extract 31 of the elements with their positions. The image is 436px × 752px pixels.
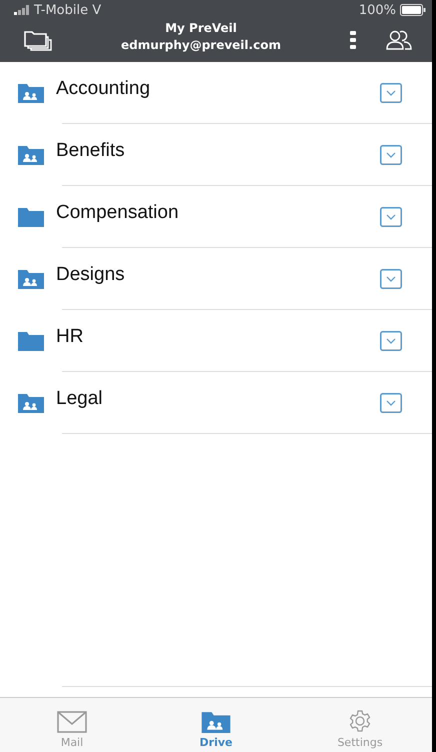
battery-percent: 100% bbox=[358, 2, 396, 18]
chevron-down-icon[interactable] bbox=[380, 144, 402, 164]
tab[interactable]: Drive bbox=[144, 698, 288, 752]
shared-folder-icon bbox=[201, 711, 231, 733]
folder-name[interactable]: Legal bbox=[56, 388, 368, 410]
chevron-down-icon[interactable] bbox=[380, 206, 402, 226]
folder-name[interactable]: Compensation bbox=[56, 202, 368, 224]
folder-name[interactable]: HR bbox=[56, 326, 368, 348]
folder-icon bbox=[18, 330, 44, 350]
carrier-name: T-Mobile V bbox=[34, 2, 102, 18]
settings-icon bbox=[348, 709, 372, 733]
folder-name[interactable]: Benefits bbox=[56, 140, 368, 162]
chevron-down-icon[interactable] bbox=[380, 268, 402, 288]
users-icon[interactable] bbox=[386, 30, 412, 50]
more-icon[interactable] bbox=[350, 30, 356, 48]
shared-folder-icon bbox=[18, 268, 44, 288]
shared-folder-icon bbox=[18, 82, 44, 102]
app-title: My PreVeil bbox=[165, 20, 237, 36]
folder-icon bbox=[18, 206, 44, 226]
shared-folder-icon bbox=[18, 144, 44, 164]
chevron-down-icon[interactable] bbox=[380, 82, 402, 102]
shared-folder-icon bbox=[18, 392, 44, 412]
chevron-down-icon[interactable] bbox=[380, 330, 402, 350]
folders-icon[interactable] bbox=[24, 28, 52, 50]
battery-icon bbox=[400, 4, 426, 16]
signal-icon bbox=[14, 5, 30, 15]
chevron-down-icon[interactable] bbox=[380, 392, 402, 412]
folder-name[interactable]: Accounting bbox=[56, 78, 368, 100]
folder-name[interactable]: Designs bbox=[56, 264, 368, 286]
mail-icon bbox=[57, 711, 87, 733]
account-email: edmurphy@preveil.com bbox=[121, 36, 281, 54]
